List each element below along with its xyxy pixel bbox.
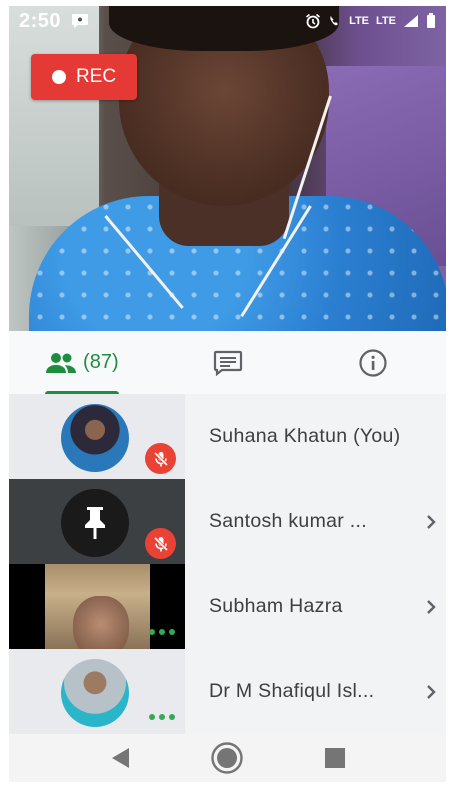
participant-row[interactable]: Santosh kumar ... <box>9 479 446 564</box>
main-video-feed[interactable]: 2:50 LTE LTE REC <box>9 6 446 331</box>
participant-thumbnail <box>9 564 185 649</box>
participant-name: Dr M Shafiqul Isl... <box>209 680 375 702</box>
battery-icon <box>427 13 435 28</box>
participant-row[interactable]: Dr M Shafiqul Isl... <box>9 649 446 734</box>
network-type-label: LTE <box>349 15 370 27</box>
participant-name: Suhana Khatun (You) <box>209 425 401 447</box>
participant-face <box>73 596 129 649</box>
meeting-tabs: (87) <box>9 331 446 394</box>
status-time: 2:50 <box>19 9 62 32</box>
muted-badge <box>145 528 176 559</box>
home-icon[interactable] <box>210 741 244 775</box>
alarm-icon <box>306 13 321 29</box>
participant-row[interactable]: Subham Hazra <box>9 564 446 649</box>
phone-screen: 2:50 LTE LTE REC (87) Suhana Khatun (You… <box>9 6 446 782</box>
recents-icon[interactable] <box>324 747 346 769</box>
tab-chat[interactable] <box>155 331 301 394</box>
status-bar: 2:50 LTE LTE <box>9 6 446 36</box>
participant-thumbnail <box>9 649 185 734</box>
avatar <box>61 659 129 727</box>
chevron-right-icon[interactable] <box>416 514 446 530</box>
speaking-indicator <box>149 714 175 720</box>
navigation-bar <box>9 734 446 782</box>
network-type-label-2: LTE <box>376 15 396 27</box>
pin-icon <box>85 507 105 539</box>
participant-name: Santosh kumar ... <box>209 510 367 532</box>
participant-row: Suhana Khatun (You) <box>9 394 446 479</box>
recording-label: REC <box>75 66 117 87</box>
avatar <box>61 404 129 472</box>
recording-indicator: REC <box>31 54 137 100</box>
signal-icon <box>404 15 418 27</box>
wifi-calling-icon <box>330 16 339 26</box>
participant-name: Subham Hazra <box>209 595 343 617</box>
status-icons: LTE LTE <box>305 13 436 29</box>
info-icon <box>359 348 387 377</box>
background-wall <box>9 6 99 226</box>
participant-count: (87) <box>83 351 119 373</box>
speaking-indicator <box>149 629 175 635</box>
back-icon[interactable] <box>109 746 131 770</box>
people-icon <box>46 352 77 373</box>
chevron-right-icon[interactable] <box>416 684 446 700</box>
participant-thumbnail <box>9 479 185 564</box>
participant-thumbnail <box>9 394 185 479</box>
participant-video <box>45 564 150 649</box>
message-notification-icon <box>72 14 89 28</box>
avatar <box>61 489 129 557</box>
muted-badge <box>145 443 176 474</box>
chat-icon <box>213 350 242 376</box>
tab-info[interactable] <box>300 331 446 394</box>
mic-off-icon <box>152 450 169 467</box>
participant-list: Suhana Khatun (You) Santosh kumar ... Su… <box>9 394 446 734</box>
record-dot-icon <box>51 70 66 84</box>
tab-participants[interactable]: (87) <box>9 331 155 394</box>
mic-off-icon <box>152 535 169 552</box>
chevron-right-icon[interactable] <box>416 599 446 615</box>
